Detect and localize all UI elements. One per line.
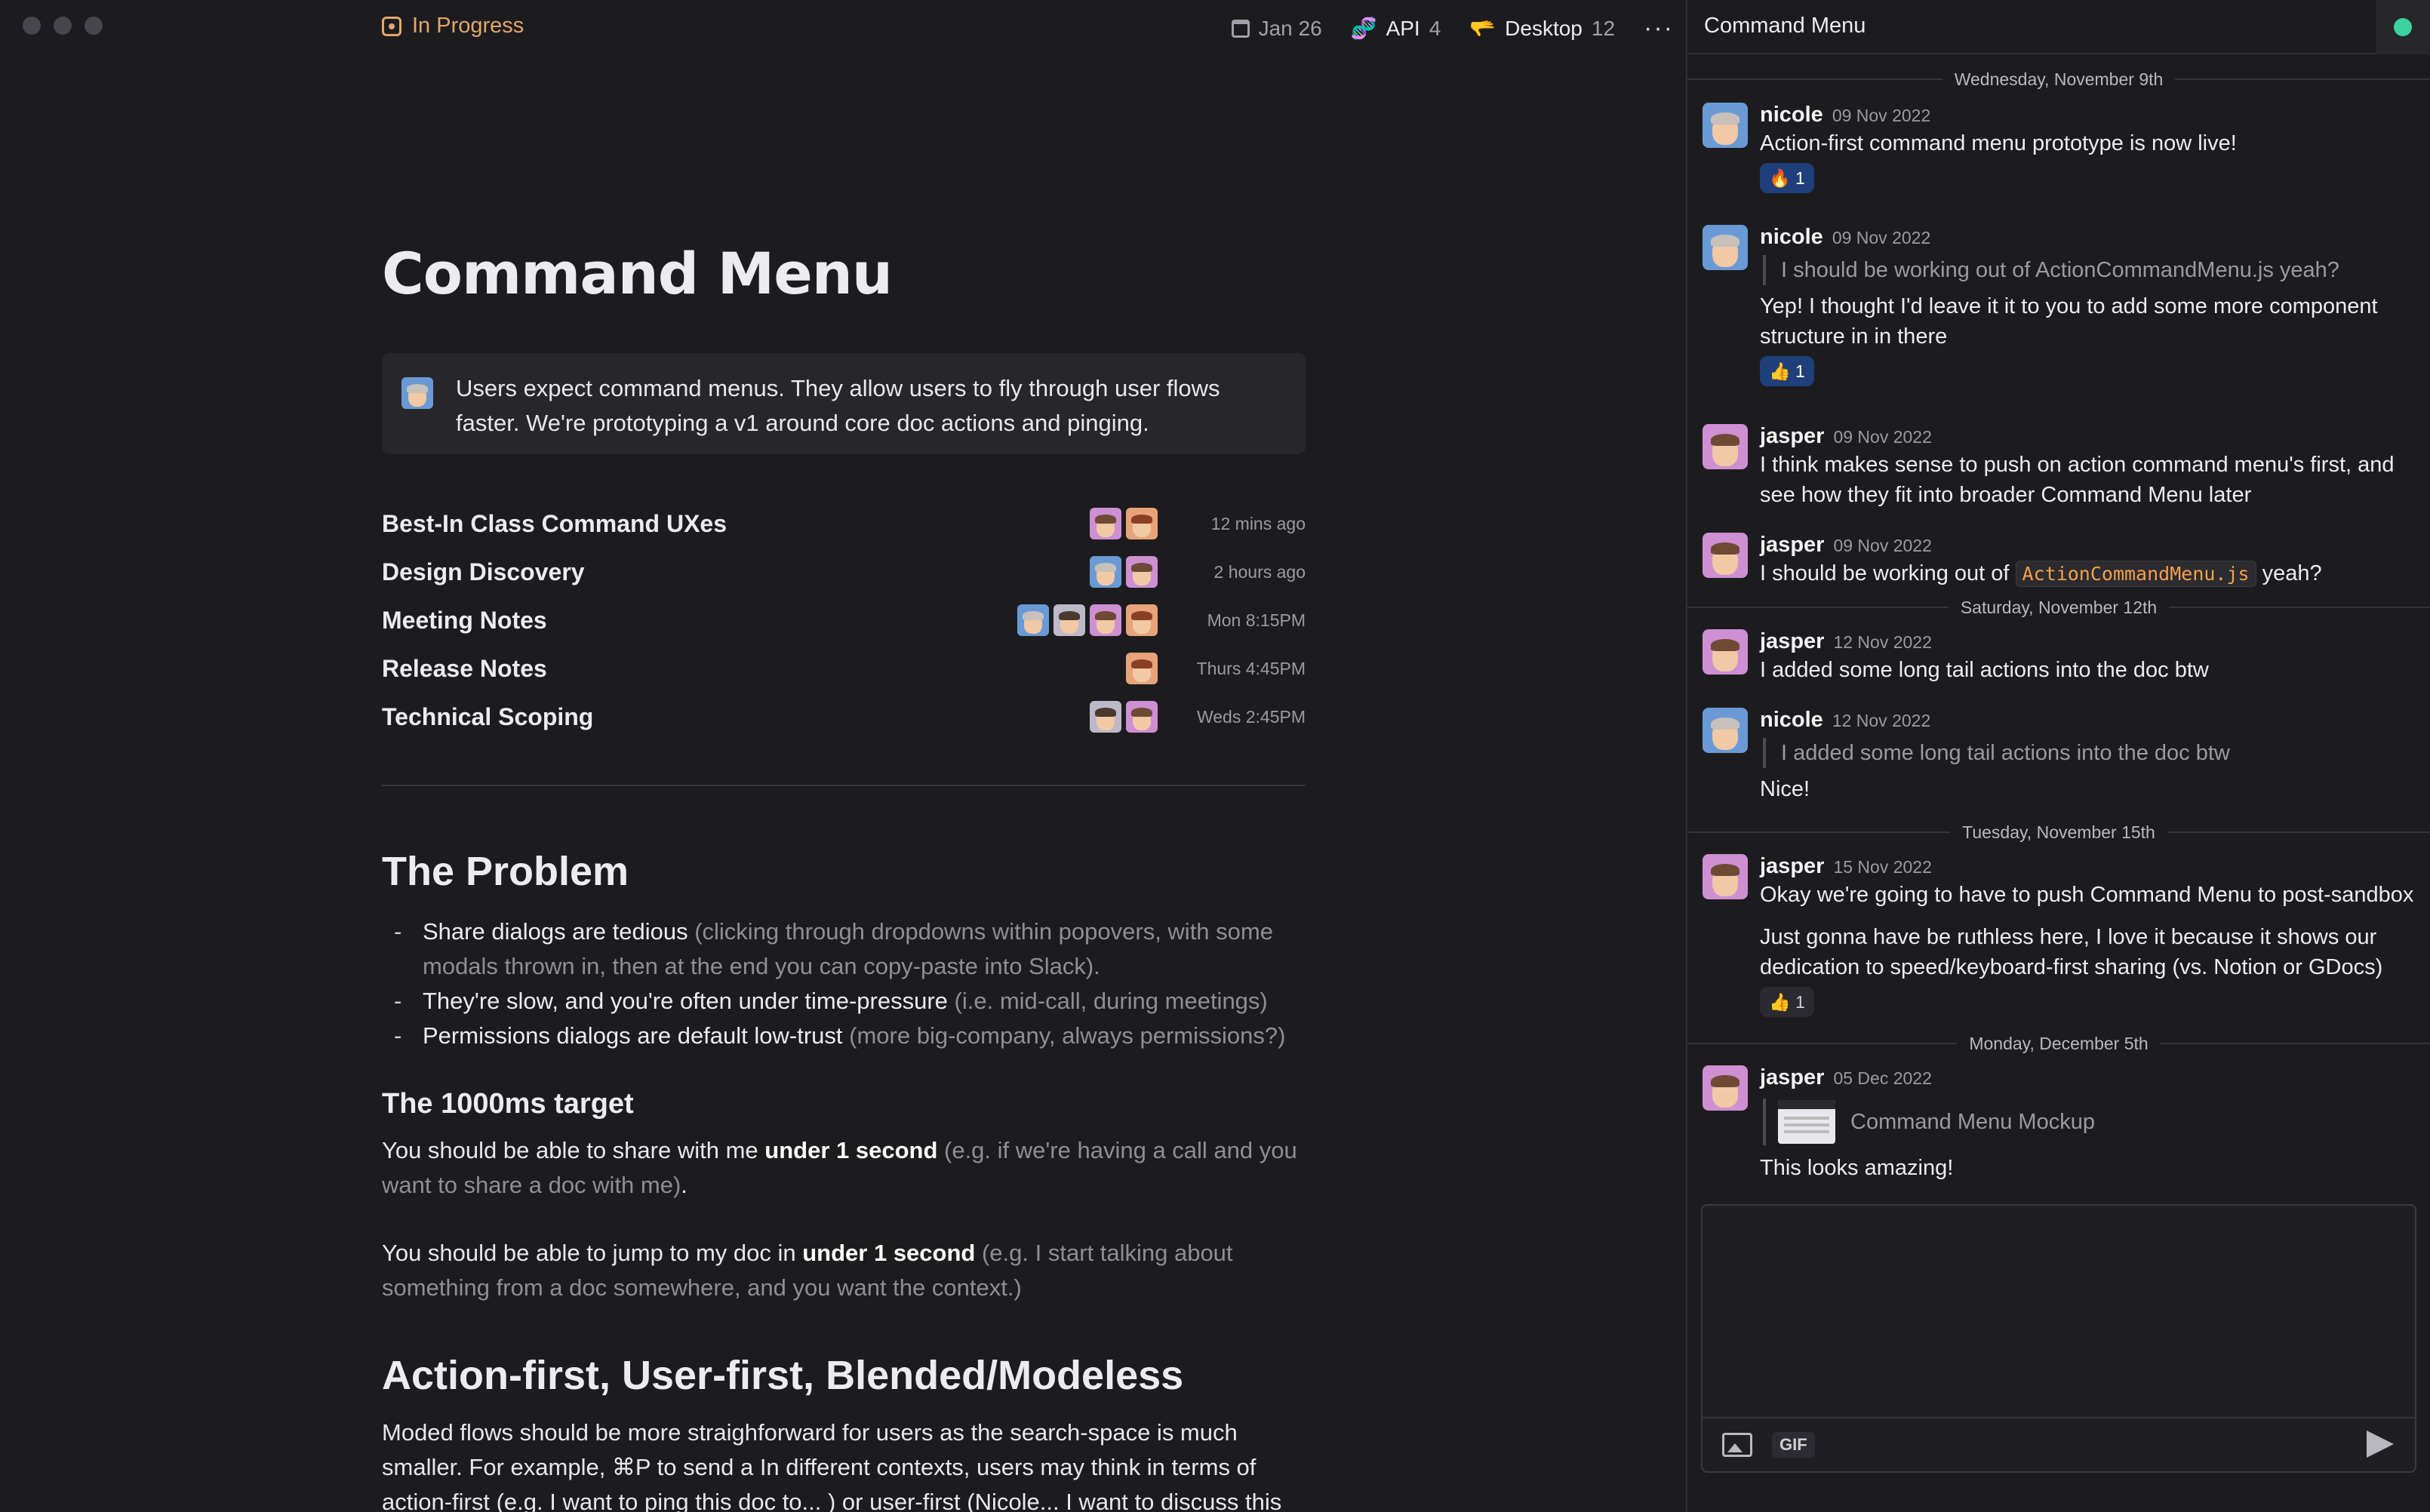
action-heading[interactable]: Action-first, User-first, Blended/Modele… bbox=[382, 1352, 1183, 1399]
image-icon[interactable] bbox=[1722, 1433, 1752, 1457]
page-title[interactable]: Command Menu bbox=[382, 240, 893, 307]
avatar bbox=[1703, 629, 1748, 675]
target-heading[interactable]: The 1000ms target bbox=[382, 1088, 634, 1120]
target-paragraph-1[interactable]: You should be able to share with me unde… bbox=[382, 1133, 1306, 1203]
chat-header: Command Menu bbox=[1687, 0, 2430, 54]
participants bbox=[1090, 701, 1158, 733]
window-controls bbox=[23, 17, 103, 35]
inline-code: ActionCommandMenu.js bbox=[2015, 561, 2256, 587]
chat-message[interactable]: jasper 09 Nov 2022 I think makes sense to… bbox=[1703, 424, 2415, 510]
presence-icon bbox=[2394, 18, 2412, 36]
list-item[interactable]: They're slow, and you're often under tim… bbox=[382, 984, 1306, 1019]
subdoc-item[interactable]: Meeting Notes Mon 8:15PM bbox=[382, 596, 1306, 644]
action-paragraph[interactable]: Moded flows should be more straighforwar… bbox=[382, 1415, 1306, 1512]
gif-button[interactable]: GIF bbox=[1772, 1432, 1815, 1458]
problem-heading[interactable]: The Problem bbox=[382, 848, 629, 895]
list-item[interactable]: Share dialogs are tedious (clicking thro… bbox=[382, 914, 1306, 984]
message-input[interactable] bbox=[1703, 1206, 2415, 1418]
chat-panel: Command Menu Wednesday, November 9th nic… bbox=[1687, 0, 2430, 1512]
subdoc-item[interactable]: Release Notes Thurs 4:45PM bbox=[382, 644, 1306, 693]
calendar-icon bbox=[1231, 19, 1250, 38]
subdoc-item[interactable]: Design Discovery 2 hours ago bbox=[382, 548, 1306, 596]
chat-message[interactable]: jasper 15 Nov 2022 Okay we're going to ha… bbox=[1703, 854, 2415, 1017]
quoted-message: I added some long tail actions into the … bbox=[1763, 738, 2415, 768]
minimize-window-button[interactable] bbox=[54, 17, 72, 35]
chat-message[interactable]: nicole 09 Nov 2022 Action-first command m… bbox=[1703, 103, 2415, 193]
chat-message[interactable]: jasper 05 Dec 2022 Command Menu Mockup Th… bbox=[1703, 1065, 2415, 1183]
reaction[interactable]: 👍 1 bbox=[1760, 356, 1814, 386]
participants bbox=[1126, 653, 1158, 684]
list-item[interactable]: Permissions dialogs are default low-trus… bbox=[382, 1019, 1306, 1053]
avatar bbox=[1090, 508, 1121, 539]
desktop-icon: 🫳 bbox=[1469, 17, 1496, 40]
avatar bbox=[1703, 1065, 1748, 1111]
date-separator: Monday, December 5th bbox=[1687, 1032, 2430, 1055]
problem-list: Share dialogs are tedious (clicking thro… bbox=[382, 914, 1306, 1053]
api-icon: 🧬 bbox=[1350, 17, 1377, 40]
avatar bbox=[401, 377, 433, 409]
avatar bbox=[1054, 604, 1085, 636]
target-paragraph-2[interactable]: You should be able to jump to my doc in … bbox=[382, 1236, 1306, 1305]
doc-meta-bar: Jan 26 🧬 API 4 🫳 Desktop 12 ··· bbox=[1231, 14, 1674, 43]
avatar bbox=[1090, 604, 1121, 636]
avatar bbox=[1126, 556, 1158, 588]
callout-text: Users expect command menus. They allow u… bbox=[456, 375, 1220, 436]
chat-message[interactable]: nicole 09 Nov 2022 I should be working ou… bbox=[1703, 225, 2415, 386]
avatar bbox=[1703, 708, 1748, 753]
participants bbox=[1090, 508, 1158, 539]
zoom-window-button[interactable] bbox=[85, 17, 103, 35]
status-icon bbox=[382, 16, 401, 36]
close-window-button[interactable] bbox=[23, 17, 41, 35]
api-channel[interactable]: 🧬 API 4 bbox=[1351, 16, 1441, 41]
avatar bbox=[1703, 533, 1748, 578]
attachment[interactable]: Command Menu Mockup bbox=[1763, 1099, 2415, 1145]
reaction[interactable]: 🔥 1 bbox=[1760, 163, 1814, 193]
participants bbox=[1017, 604, 1158, 636]
date-separator: Wednesday, November 9th bbox=[1687, 68, 2430, 91]
reaction[interactable]: 👍 1 bbox=[1760, 987, 1814, 1017]
message-composer: GIF bbox=[1701, 1204, 2416, 1473]
avatar bbox=[1126, 604, 1158, 636]
chat-title: Command Menu bbox=[1704, 14, 1866, 38]
subdoc-item[interactable]: Technical Scoping Weds 2:45PM bbox=[382, 693, 1306, 741]
subdoc-list: Best-In Class Command UXes 12 mins ago D… bbox=[382, 499, 1306, 741]
avatar bbox=[1090, 556, 1121, 588]
avatar bbox=[1126, 653, 1158, 684]
more-icon[interactable]: ··· bbox=[1644, 14, 1674, 43]
divider bbox=[382, 785, 1306, 786]
chat-message[interactable]: jasper 09 Nov 2022 I should be working ou… bbox=[1703, 533, 2415, 589]
callout[interactable]: Users expect command menus. They allow u… bbox=[382, 353, 1306, 454]
quoted-message: I should be working out of ActionCommand… bbox=[1763, 255, 2415, 285]
due-date[interactable]: Jan 26 bbox=[1231, 17, 1322, 41]
subdoc-item[interactable]: Best-In Class Command UXes 12 mins ago bbox=[382, 499, 1306, 548]
date-separator: Tuesday, November 15th bbox=[1687, 821, 2430, 844]
avatar bbox=[1126, 701, 1158, 733]
avatar bbox=[1703, 854, 1748, 899]
avatar bbox=[1703, 424, 1748, 469]
status-badge[interactable]: In Progress bbox=[382, 14, 524, 38]
date-separator: Saturday, November 12th bbox=[1687, 596, 2430, 619]
participants bbox=[1090, 556, 1158, 588]
avatar bbox=[1126, 508, 1158, 539]
composer-toolbar: GIF bbox=[1703, 1417, 2415, 1471]
chat-message[interactable]: nicole 12 Nov 2022 I added some long tail… bbox=[1703, 708, 2415, 804]
presence-button[interactable] bbox=[2376, 0, 2430, 54]
desktop-channel[interactable]: 🫳 Desktop 12 bbox=[1469, 16, 1615, 41]
send-icon[interactable] bbox=[2367, 1431, 2394, 1458]
avatar bbox=[1090, 701, 1121, 733]
avatar bbox=[1703, 225, 1748, 270]
avatar bbox=[1017, 604, 1049, 636]
attachment-thumbnail bbox=[1778, 1100, 1835, 1144]
status-label: In Progress bbox=[412, 14, 524, 38]
chat-message[interactable]: jasper 12 Nov 2022 I added some long tail… bbox=[1703, 629, 2415, 685]
avatar bbox=[1703, 103, 1748, 148]
